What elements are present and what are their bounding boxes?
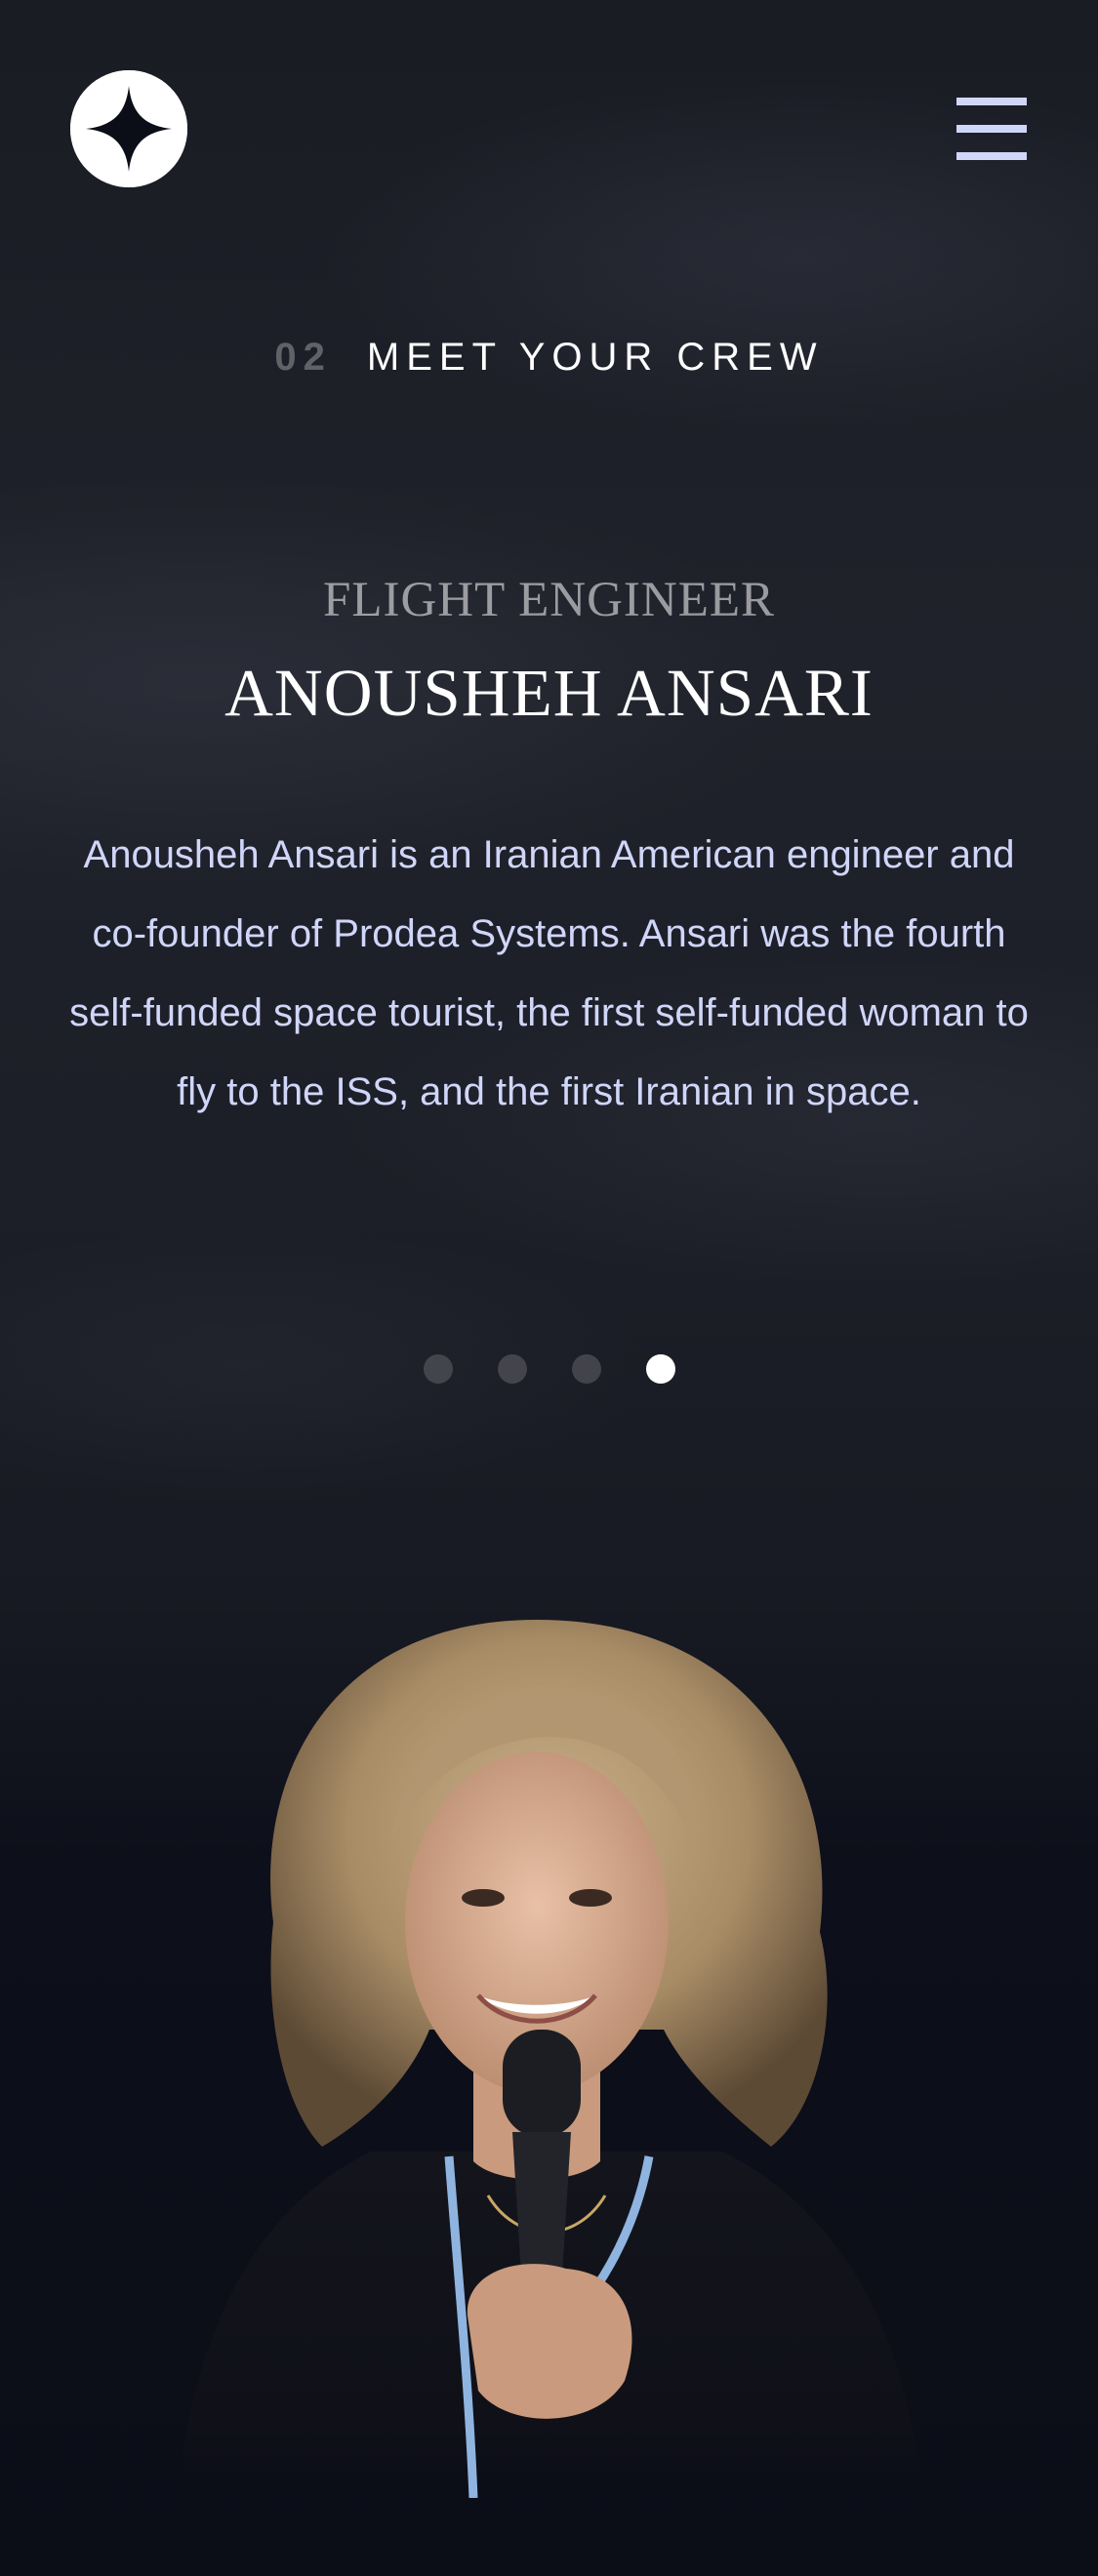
menu-bar-top xyxy=(956,98,1027,105)
crew-name: ANOUSHEH ANSARI xyxy=(224,656,874,730)
menu-bar-bottom xyxy=(956,152,1027,160)
crew-bio: Anousheh Ansari is an Iranian American e… xyxy=(69,833,1029,1113)
star-logo-icon[interactable] xyxy=(70,70,187,187)
page-title: MEET YOUR CREW xyxy=(366,336,824,379)
menu-bar-middle xyxy=(956,125,1027,133)
page-number: 02 xyxy=(274,336,332,379)
carousel-dot-2[interactable] xyxy=(497,1354,527,1384)
carousel-dot-1[interactable] xyxy=(423,1354,453,1384)
crew-carousel-indicators xyxy=(0,1354,1098,1386)
crew-role: FLIGHT ENGINEER xyxy=(322,573,776,627)
page-heading: 02 MEET YOUR CREW xyxy=(0,332,1098,382)
carousel-dot-4[interactable] xyxy=(645,1354,675,1384)
crew-member-photo xyxy=(137,1600,961,2498)
hamburger-menu-icon[interactable] xyxy=(956,98,1027,160)
carousel-dot-3[interactable] xyxy=(571,1354,601,1384)
